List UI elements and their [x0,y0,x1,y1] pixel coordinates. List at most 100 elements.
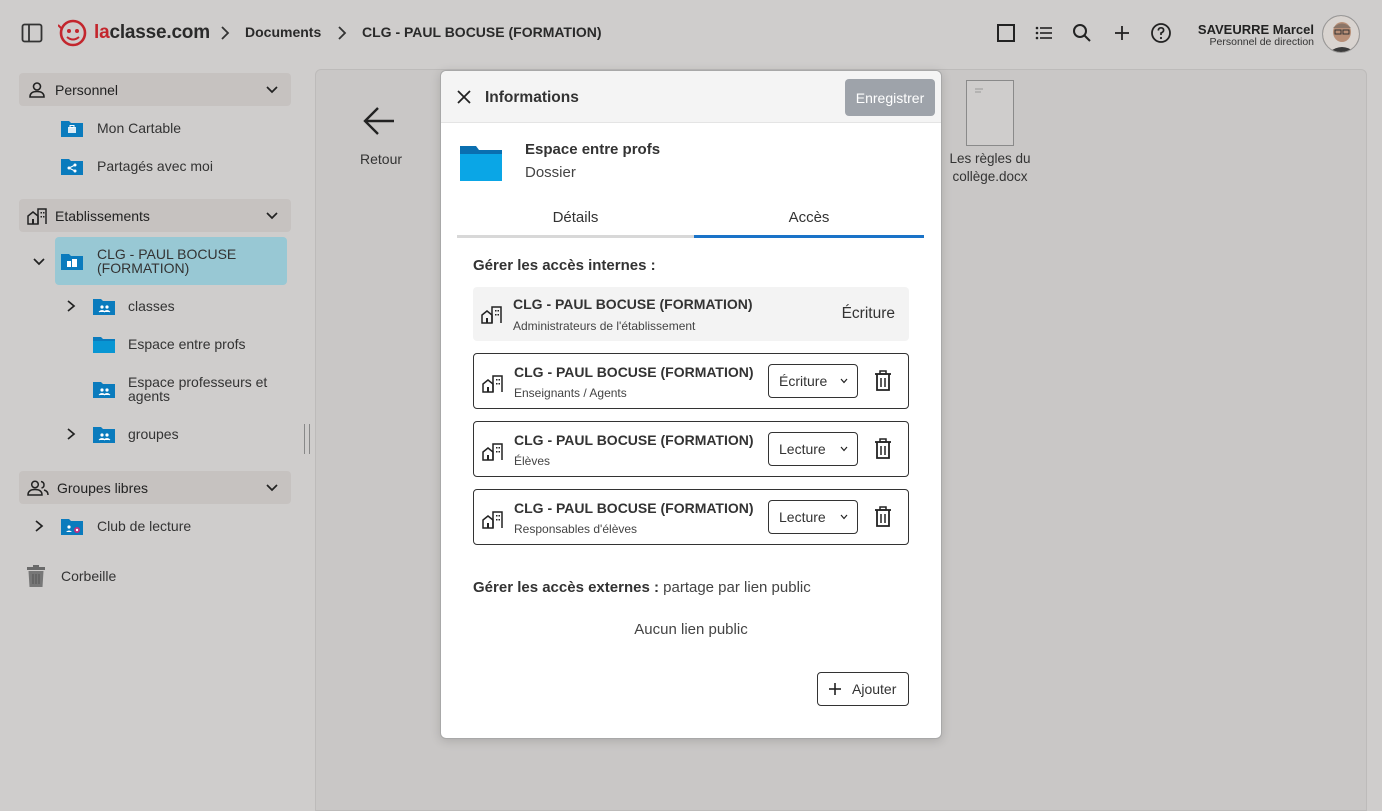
access-right-select[interactable]: Lecture [768,500,858,534]
sidebar-section-label: Etablissements [55,207,150,224]
sidebar-section-personnel[interactable]: Personnel [19,73,291,106]
chevron-right-icon[interactable] [64,299,78,313]
search-icon[interactable] [1071,22,1093,44]
sidebar-item-mon-cartable[interactable]: Mon Cartable [61,113,181,143]
shared-folder-icon [61,159,83,175]
sidebar-toggle-icon[interactable] [21,23,43,43]
access-right-select[interactable]: Lecture [768,432,858,466]
chevron-down-icon[interactable] [265,208,279,222]
users-icon [27,479,49,496]
chevron-down-icon[interactable] [265,82,279,96]
club-folder-icon [61,519,83,535]
sidebar-item-corbeille[interactable]: Corbeille [26,561,116,591]
sidebar-item-club-de-lecture[interactable]: Club de lecture [61,511,191,541]
access-right-select[interactable]: Écriture [768,364,858,398]
square-view-icon[interactable] [995,22,1017,44]
building-icon [481,306,502,324]
document-icon [975,88,983,93]
arrow-left-icon[interactable] [362,103,398,139]
access-right-value: Lecture [779,441,826,457]
document-name[interactable]: Les règles du collège.docx [944,150,1036,186]
add-link-label: Ajouter [852,681,897,697]
chevron-right-icon [221,26,230,40]
item-name: Espace entre profs [525,141,661,158]
chevron-down-icon[interactable] [32,254,46,268]
access-group-name: CLG - PAUL BOCUSE (FORMATION) [514,432,754,448]
folder-icon [93,337,115,353]
sidebar-item-label: classes [128,298,175,314]
trash-icon[interactable] [874,438,892,460]
sidebar-item-label: CLG - PAUL BOCUSE (FORMATION) [97,246,237,276]
plus-icon[interactable] [1111,22,1133,44]
sidebar-item-label: Espace professeurs et agents [128,374,268,404]
sidebar-item-label: Corbeille [61,568,117,584]
logo-text: laclasse.com [94,22,210,43]
user-icon [29,81,45,98]
building-icon [27,207,47,225]
breadcrumb-documents[interactable]: Documents [245,24,321,40]
access-group-sub: Responsables d'élèves [514,522,638,536]
building-icon [482,443,503,461]
access-group-name: CLG - PAUL BOCUSE (FORMATION) [514,500,754,516]
external-access-sub: partage par lien public [663,579,811,596]
sidebar-item-groupes[interactable]: groupes [93,419,179,449]
document-thumbnail[interactable] [966,80,1014,146]
school-folder-icon [61,254,83,270]
tab-underline [457,235,694,238]
group-folder-icon [93,427,115,443]
avatar[interactable] [1322,15,1360,53]
logo[interactable]: laclasse.com [58,18,210,48]
sidebar-item-espace-professeurs[interactable]: Espace professeurs et agents [93,374,288,404]
access-right-value: Lecture [779,509,826,525]
sidebar-item-label: Club de lecture [97,518,192,534]
list-view-icon[interactable] [1033,22,1055,44]
chevron-right-icon[interactable] [32,519,46,533]
sidebar-item-school-active[interactable]: CLG - PAUL BOCUSE (FORMATION) [55,237,287,285]
access-group-sub: Élèves [514,454,551,468]
sidebar-item-classes[interactable]: classes [93,291,175,321]
sidebar-item-espace-entre-profs[interactable]: Espace entre profs [93,329,246,359]
sidebar-section-groupes-libres[interactable]: Groupes libres [19,471,291,504]
sidebar-item-label: groupes [128,426,179,442]
access-row: CLG - PAUL BOCUSE (FORMATION) Enseignant… [473,353,909,409]
no-public-link-text: Aucun lien public [634,621,748,638]
sidebar-item-label: Espace entre profs [128,336,246,352]
sidebar-section-etablissements[interactable]: Etablissements [19,199,291,232]
access-group-name: CLG - PAUL BOCUSE (FORMATION) [513,296,753,312]
folder-icon [460,146,502,181]
trash-icon[interactable] [874,506,892,528]
save-button[interactable]: Enregistrer [845,79,935,116]
user-name[interactable]: SAVEURRE Marcel [1198,22,1314,37]
modal-title: Informations [485,89,579,106]
chevron-down-icon[interactable] [265,480,279,494]
top-bar: laclasse.com Documents CLG - PAUL BOCUSE… [0,0,1382,66]
building-icon [482,375,503,393]
back-label[interactable]: Retour [360,151,402,167]
briefcase-folder-icon [61,121,83,137]
access-row: CLG - PAUL BOCUSE (FORMATION) Élèves Lec… [473,421,909,477]
access-group-name: CLG - PAUL BOCUSE (FORMATION) [514,364,754,380]
chevron-right-icon [338,26,347,40]
logo-icon [58,19,87,47]
sidebar-item-label: Partagés avec moi [97,158,213,174]
tab-underline-active [694,235,924,238]
chevron-right-icon[interactable] [64,427,78,441]
sidebar-resize-handle[interactable] [304,424,310,454]
sidebar-item-partages[interactable]: Partagés avec moi [61,151,213,181]
sidebar-section-label: Groupes libres [57,479,149,496]
plus-icon [829,683,841,695]
help-icon[interactable] [1150,22,1172,44]
breadcrumb-school[interactable]: CLG - PAUL BOCUSE (FORMATION) [362,24,602,40]
close-icon[interactable] [457,90,471,104]
chevron-down-icon [840,514,848,520]
access-row-fixed: CLG - PAUL BOCUSE (FORMATION) Administra… [473,287,909,341]
group-folder-icon [93,299,115,315]
access-right-value: Écriture [779,373,828,389]
building-icon [482,511,503,529]
info-modal: Informations Enregistrer Espace entre pr… [440,70,942,739]
add-link-button[interactable]: Ajouter [817,672,909,706]
access-group-sub: Administrateurs de l'établissement [513,319,696,333]
trash-icon[interactable] [874,370,892,392]
item-type: Dossier [525,164,576,181]
sidebar-section-label: Personnel [55,81,119,98]
